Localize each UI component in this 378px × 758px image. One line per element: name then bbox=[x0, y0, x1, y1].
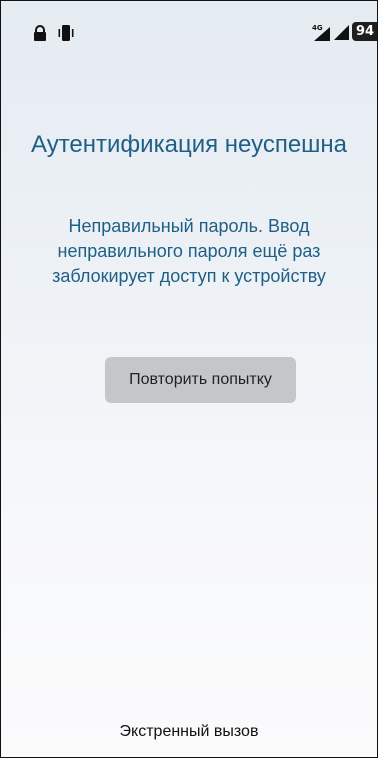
battery-icon: 94 bbox=[352, 22, 377, 41]
lock-screen: 4G 94 Аутентификация неуспешна Неправиль… bbox=[0, 0, 378, 758]
status-bar: 4G 94 bbox=[1, 1, 377, 45]
signal-icon bbox=[334, 25, 349, 40]
page-title: Аутентификация неуспешна bbox=[30, 131, 348, 158]
retry-button[interactable]: Повторить попытку bbox=[105, 357, 296, 403]
signal-4g-icon: 4G bbox=[312, 24, 330, 41]
battery-level: 94 bbox=[356, 24, 375, 39]
vibrate-icon bbox=[58, 25, 74, 41]
error-message: Неправильный пароль. Ввод неправильного … bbox=[52, 216, 326, 286]
svg-text:4G: 4G bbox=[312, 24, 323, 32]
lock-icon bbox=[34, 25, 46, 41]
emergency-call-button[interactable]: Экстренный вызов bbox=[1, 721, 377, 743]
